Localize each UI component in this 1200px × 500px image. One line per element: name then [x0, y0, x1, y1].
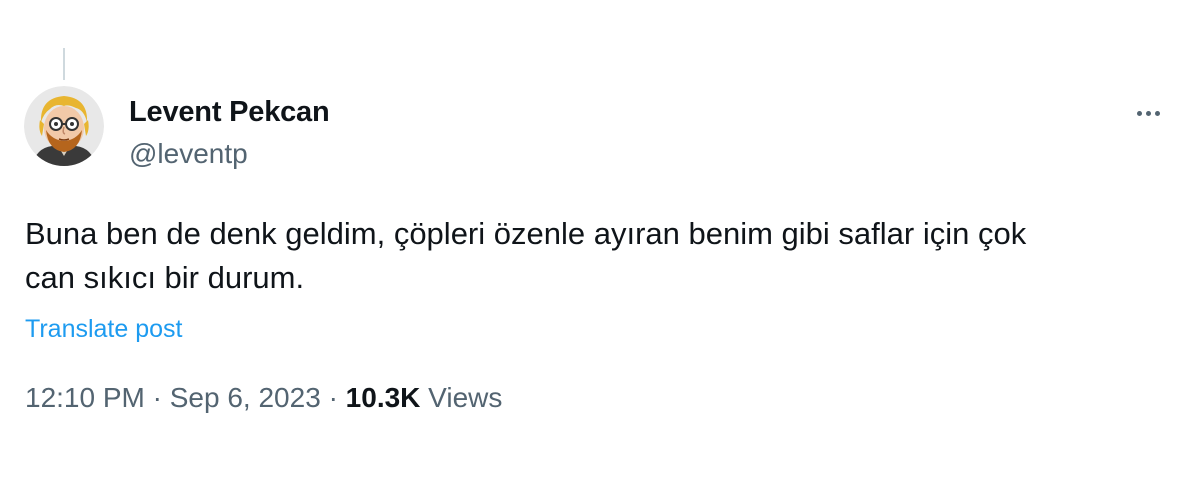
more-horizontal-icon: [1136, 110, 1142, 116]
views-count: 10.3K: [345, 382, 421, 413]
tweet-text-line: Buna ben de denk geldim, çöpleri özenle …: [25, 216, 1027, 251]
author-display-name[interactable]: Levent Pekcan: [129, 96, 330, 129]
post-date[interactable]: Sep 6, 2023: [170, 382, 321, 413]
thread-line: [63, 48, 65, 80]
tweet-card: Levent Pekcan @leventp Buna ben de denk …: [0, 0, 1200, 500]
more-horizontal-icon-dot: [1145, 110, 1151, 116]
author-handle[interactable]: @leventp: [129, 138, 248, 170]
views-label: Views: [428, 382, 503, 413]
translate-post-link[interactable]: Translate post: [25, 315, 182, 344]
post-time[interactable]: 12:10 PM: [25, 382, 145, 413]
more-horizontal-icon-dot: [1154, 110, 1160, 116]
tweet-text: Buna ben de denk geldim, çöpleri özenle …: [25, 212, 1175, 300]
tweet-metadata: 12:10 PM · Sep 6, 2023 · 10.3K Views: [25, 382, 502, 414]
avatar-illustration: [24, 86, 104, 166]
avatar[interactable]: [24, 86, 104, 166]
meta-separator: ·: [152, 382, 162, 413]
more-options-button[interactable]: [1128, 98, 1168, 128]
meta-separator: ·: [328, 382, 338, 413]
tweet-text-line: can sıkıcı bir durum.: [25, 260, 305, 295]
